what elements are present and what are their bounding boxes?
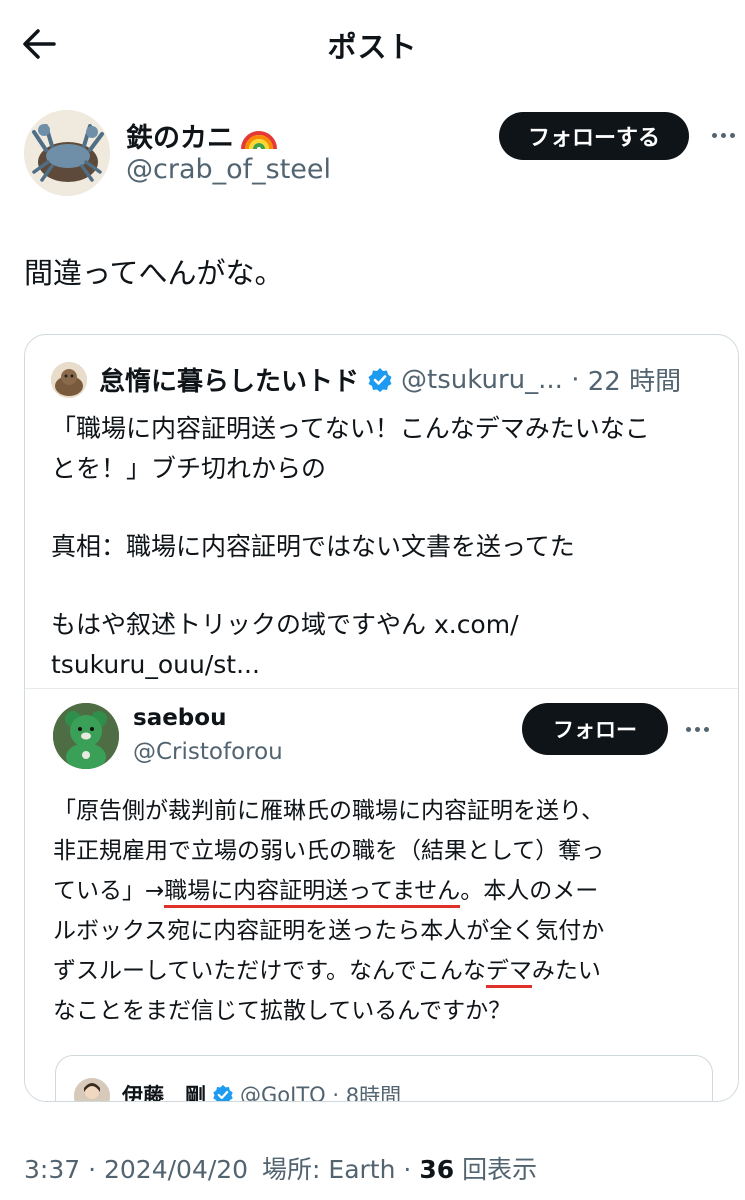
separator-dot: · xyxy=(403,1155,420,1184)
follow-button[interactable]: フォローする xyxy=(499,112,689,160)
author-avatar[interactable] xyxy=(24,110,110,196)
nested-post-header: 伊藤 剛 @GoITO · 8時間 xyxy=(122,1080,402,1102)
nested-quoted-post: 伊藤 剛 @GoITO · 8時間 xyxy=(55,1055,713,1102)
embedded-more-button xyxy=(681,715,713,743)
embedded-text-segment: 。本人のメー xyxy=(460,878,599,904)
quoted-post-time: 22 時間 xyxy=(587,367,682,397)
verified-badge-icon xyxy=(213,1084,233,1101)
embedded-author-avatar xyxy=(53,703,119,769)
post-text: 間違ってへんがな。 xyxy=(24,256,284,290)
embedded-author-name: saebou xyxy=(133,705,227,731)
author-handle[interactable]: @crab_of_steel xyxy=(126,154,331,185)
embedded-text-line: ずスルーしていただけです。なんでこんなデマみたい xyxy=(53,951,723,991)
crab-avatar-image xyxy=(24,110,110,196)
quoted-post-card[interactable]: 怠惰に暮らしたいトド @tsukuru_... · 22 時間 「職場に内容証明… xyxy=(24,334,739,1102)
quoted-post-header: 怠惰に暮らしたいトド @tsukuru_... · 22 時間 xyxy=(51,361,681,398)
verified-badge-icon xyxy=(368,367,392,392)
embedded-post-text: 「原告側が裁判前に雁琳氏の職場に内容証明を送り、 非正規雇用で立場の弱い氏の職を… xyxy=(53,791,723,1031)
embedded-text-segment: みたい xyxy=(531,958,601,984)
person-avatar-image xyxy=(74,1078,110,1101)
quoted-author-name: 怠惰に暮らしたいトド xyxy=(99,367,360,397)
more-dot-icon xyxy=(685,726,691,732)
bear-avatar-image xyxy=(53,703,119,769)
quoted-text-line: 「職場に内容証明送ってない！こんなデマみたいなこ xyxy=(51,414,650,443)
red-underlined-text: デマ xyxy=(485,958,532,988)
embedded-author-handle: @Cristoforou xyxy=(133,739,283,765)
views-label: 回表示 xyxy=(462,1155,538,1184)
post-location: 場所: Earth xyxy=(262,1155,396,1184)
post-time: 3:37 xyxy=(24,1155,81,1184)
embedded-text-line: 非正規雇用で立場の弱い氏の職を（結果として）奪っ xyxy=(53,838,605,864)
quoted-text-line: もはや叙述トリックの域ですやん x.com/ xyxy=(51,610,519,639)
quoted-author-handle: @tsukuru_... xyxy=(401,364,563,395)
quoted-post-text: 「職場に内容証明送ってない！こんなデマみたいなこ とを！」ブチ切れからの 真相：… xyxy=(51,409,738,685)
post-meta: 3:37 · 2024/04/20 場所: Earth · 36 回表示 xyxy=(24,1150,537,1186)
embedded-text-segment: ずスルーしていただけです。なんでこんな xyxy=(53,958,486,984)
more-options-button[interactable] xyxy=(706,120,740,150)
embedded-text-line: ている」→職場に内容証明送ってません。本人のメー xyxy=(53,871,723,911)
quoted-link-line[interactable]: tsukuru_ouu/st... xyxy=(51,645,738,685)
separator-dot: · xyxy=(88,1155,104,1184)
more-dot-icon xyxy=(711,132,717,138)
separator-dot: · xyxy=(562,364,588,395)
embedded-follow-button: フォロー xyxy=(522,703,668,755)
quoted-author-avatar xyxy=(51,361,87,398)
more-dot-icon xyxy=(720,132,726,138)
red-underlined-text: 職場に内容証明送ってません xyxy=(164,878,461,908)
embedded-text-segment: ている」→ xyxy=(53,878,165,904)
post-date: 2024/04/20 xyxy=(104,1155,249,1184)
more-dot-icon xyxy=(694,726,700,732)
embedded-text-line: ルボックス宛に内容証明を送ったら本人が全く気付か xyxy=(53,918,605,944)
embedded-post-image[interactable]: saebou @Cristoforou フォロー 「原告側が裁判前に雁琳氏の職場… xyxy=(25,688,738,1102)
quoted-text-line: とを！」ブチ切れからの xyxy=(51,454,327,483)
author-name-row[interactable]: 鉄のカニ xyxy=(126,116,278,155)
nested-post-time: 8時間 xyxy=(345,1084,402,1102)
nested-author-name: 伊藤 剛 xyxy=(122,1084,206,1102)
quoted-text-line: 真相：職場に内容証明ではない文書を送ってた xyxy=(51,532,575,561)
seal-avatar-image xyxy=(51,361,87,398)
page-title: ポスト xyxy=(327,30,418,64)
more-dot-icon xyxy=(703,726,709,732)
nested-author-avatar xyxy=(74,1078,110,1101)
views-count: 36 xyxy=(419,1155,455,1184)
embedded-text-line: 「原告側が裁判前に雁琳氏の職場に内容証明を送り、 xyxy=(53,798,605,824)
embedded-text-line: なことをまだ信じて拡散しているんですか？ xyxy=(53,998,512,1024)
separator-dot: · xyxy=(325,1083,346,1102)
rainbow-emoji-icon xyxy=(241,130,277,149)
nested-author-handle: @GoITO xyxy=(240,1083,326,1102)
author-name: 鉄のカニ xyxy=(126,123,234,154)
more-dot-icon xyxy=(729,132,735,138)
